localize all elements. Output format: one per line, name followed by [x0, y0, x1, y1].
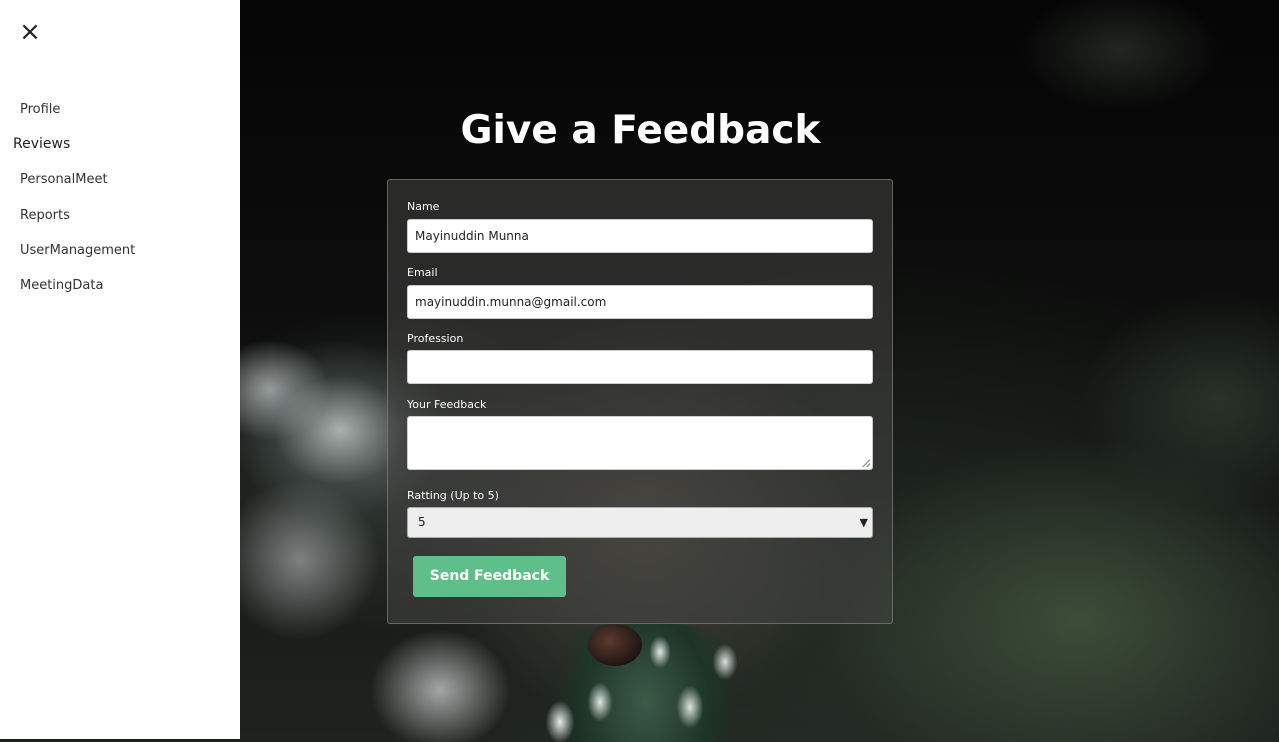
rating-select[interactable]: 5 ▼ — [407, 507, 873, 538]
rating-label: Ratting (Up to 5) — [407, 489, 499, 502]
sidebar-item-personalmeet[interactable]: PersonalMeet — [20, 172, 108, 187]
profession-label: Profession — [407, 332, 464, 345]
name-field[interactable]: Mayinuddin Munna — [407, 219, 873, 253]
send-feedback-button[interactable]: Send Feedback — [413, 556, 566, 597]
sidebar-item-reports[interactable]: Reports — [20, 208, 70, 223]
chevron-down-icon: ▼ — [859, 516, 868, 529]
profession-field[interactable] — [407, 350, 873, 384]
email-label: Email — [407, 266, 438, 279]
resize-handle-icon[interactable] — [862, 459, 870, 467]
feedback-form: Name Mayinuddin Munna Email mayinuddin.m… — [387, 179, 893, 624]
name-label: Name — [407, 200, 440, 213]
ladybug-image — [588, 624, 642, 666]
sidebar-item-usermanagement[interactable]: UserManagement — [20, 243, 135, 258]
sidebar: × Profile Reviews PersonalMeet Reports U… — [0, 0, 240, 739]
sidebar-item-reviews[interactable]: Reviews — [13, 136, 70, 152]
sidebar-item-profile[interactable]: Profile — [20, 102, 60, 117]
sidebar-item-meetingdata[interactable]: MeetingData — [20, 278, 103, 293]
close-icon[interactable]: × — [18, 19, 42, 45]
page-title: Give a Feedback — [460, 108, 821, 153]
feedback-label: Your Feedback — [407, 398, 487, 411]
feedback-textarea[interactable] — [407, 416, 873, 470]
email-field[interactable]: mayinuddin.munna@gmail.com — [407, 285, 873, 319]
plant-image — [540, 622, 750, 742]
rating-value: 5 — [418, 515, 426, 529]
